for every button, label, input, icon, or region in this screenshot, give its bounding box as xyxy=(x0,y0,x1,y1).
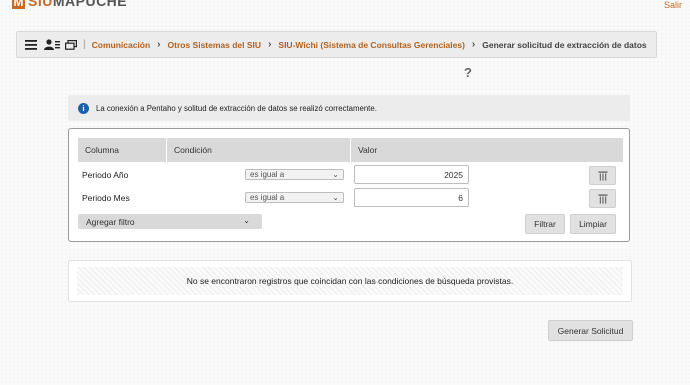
delete-filter-button[interactable] xyxy=(589,189,616,208)
logo-text: SIUMAPUCHE xyxy=(28,0,127,9)
results-panel: No se encontraron registros que coincida… xyxy=(68,260,632,302)
trash-icon xyxy=(598,194,607,204)
column-header-condicion: Condición xyxy=(167,138,350,162)
help-icon[interactable]: ? xyxy=(464,65,472,80)
menu-icon[interactable] xyxy=(25,38,37,52)
column-header-columna: Columna xyxy=(78,138,166,162)
logout-link[interactable]: Salir xyxy=(664,0,682,10)
navigation-bar: | Comunicación › Otros Sistemas del SIU … xyxy=(16,31,657,58)
empty-results-message: No se encontraron registros que coincida… xyxy=(77,267,623,295)
condition-select[interactable]: es igual a ⌄ xyxy=(245,169,344,180)
nav-separator: | xyxy=(83,39,86,50)
app-logo: M SIUMAPUCHE xyxy=(12,0,127,9)
condition-select-value: es igual a xyxy=(250,193,285,202)
delete-filter-button[interactable] xyxy=(589,166,616,185)
trash-icon xyxy=(598,171,607,181)
logo-prefix: SIU xyxy=(28,0,53,9)
chevron-right-icon: › xyxy=(157,39,161,50)
logo-mark: M xyxy=(12,0,25,9)
breadcrumb-comunicacion[interactable]: Comunicación xyxy=(92,40,151,50)
chevron-right-icon: › xyxy=(471,39,476,50)
success-message: i La conexión a Pentaho y solitud de ext… xyxy=(68,95,630,121)
message-text: La conexión a Pentaho y solitud de extra… xyxy=(96,103,377,113)
condition-select-value: es igual a xyxy=(250,170,285,179)
clear-button[interactable]: Limpiar xyxy=(570,214,616,234)
breadcrumb-current: Generar solicitud de extracción de datos xyxy=(482,39,647,50)
breadcrumb-siu-wichi[interactable]: SIU-Wichi (Sistema de Consultas Gerencia… xyxy=(278,40,465,50)
logo-name: MAPUCHE xyxy=(52,0,128,9)
add-filter-select[interactable]: Agregar filtro ⌄ xyxy=(78,214,262,229)
generate-request-button[interactable]: Generar Solicitud xyxy=(548,320,633,341)
filter-row-label: Periodo Año xyxy=(82,170,129,180)
filter-button[interactable]: Filtrar xyxy=(525,214,565,234)
value-input[interactable] xyxy=(354,165,469,184)
add-filter-label: Agregar filtro xyxy=(86,216,135,227)
filter-panel: Columna Condición Valor Periodo Año es i… xyxy=(68,128,630,242)
chevron-right-icon: › xyxy=(268,39,272,50)
chevron-down-icon: ⌄ xyxy=(332,193,339,202)
chevron-down-icon: ⌄ xyxy=(243,216,250,225)
column-header-valor: Valor xyxy=(351,138,623,162)
value-input[interactable] xyxy=(354,188,469,207)
condition-select[interactable]: es igual a ⌄ xyxy=(245,192,344,203)
users-icon[interactable] xyxy=(44,38,60,52)
breadcrumb-otros-sistemas[interactable]: Otros Sistemas del SIU xyxy=(168,40,262,50)
filter-row-label: Periodo Mes xyxy=(82,193,130,203)
info-icon: i xyxy=(78,102,89,114)
chevron-down-icon: ⌄ xyxy=(332,170,339,179)
windows-icon[interactable] xyxy=(65,38,77,52)
